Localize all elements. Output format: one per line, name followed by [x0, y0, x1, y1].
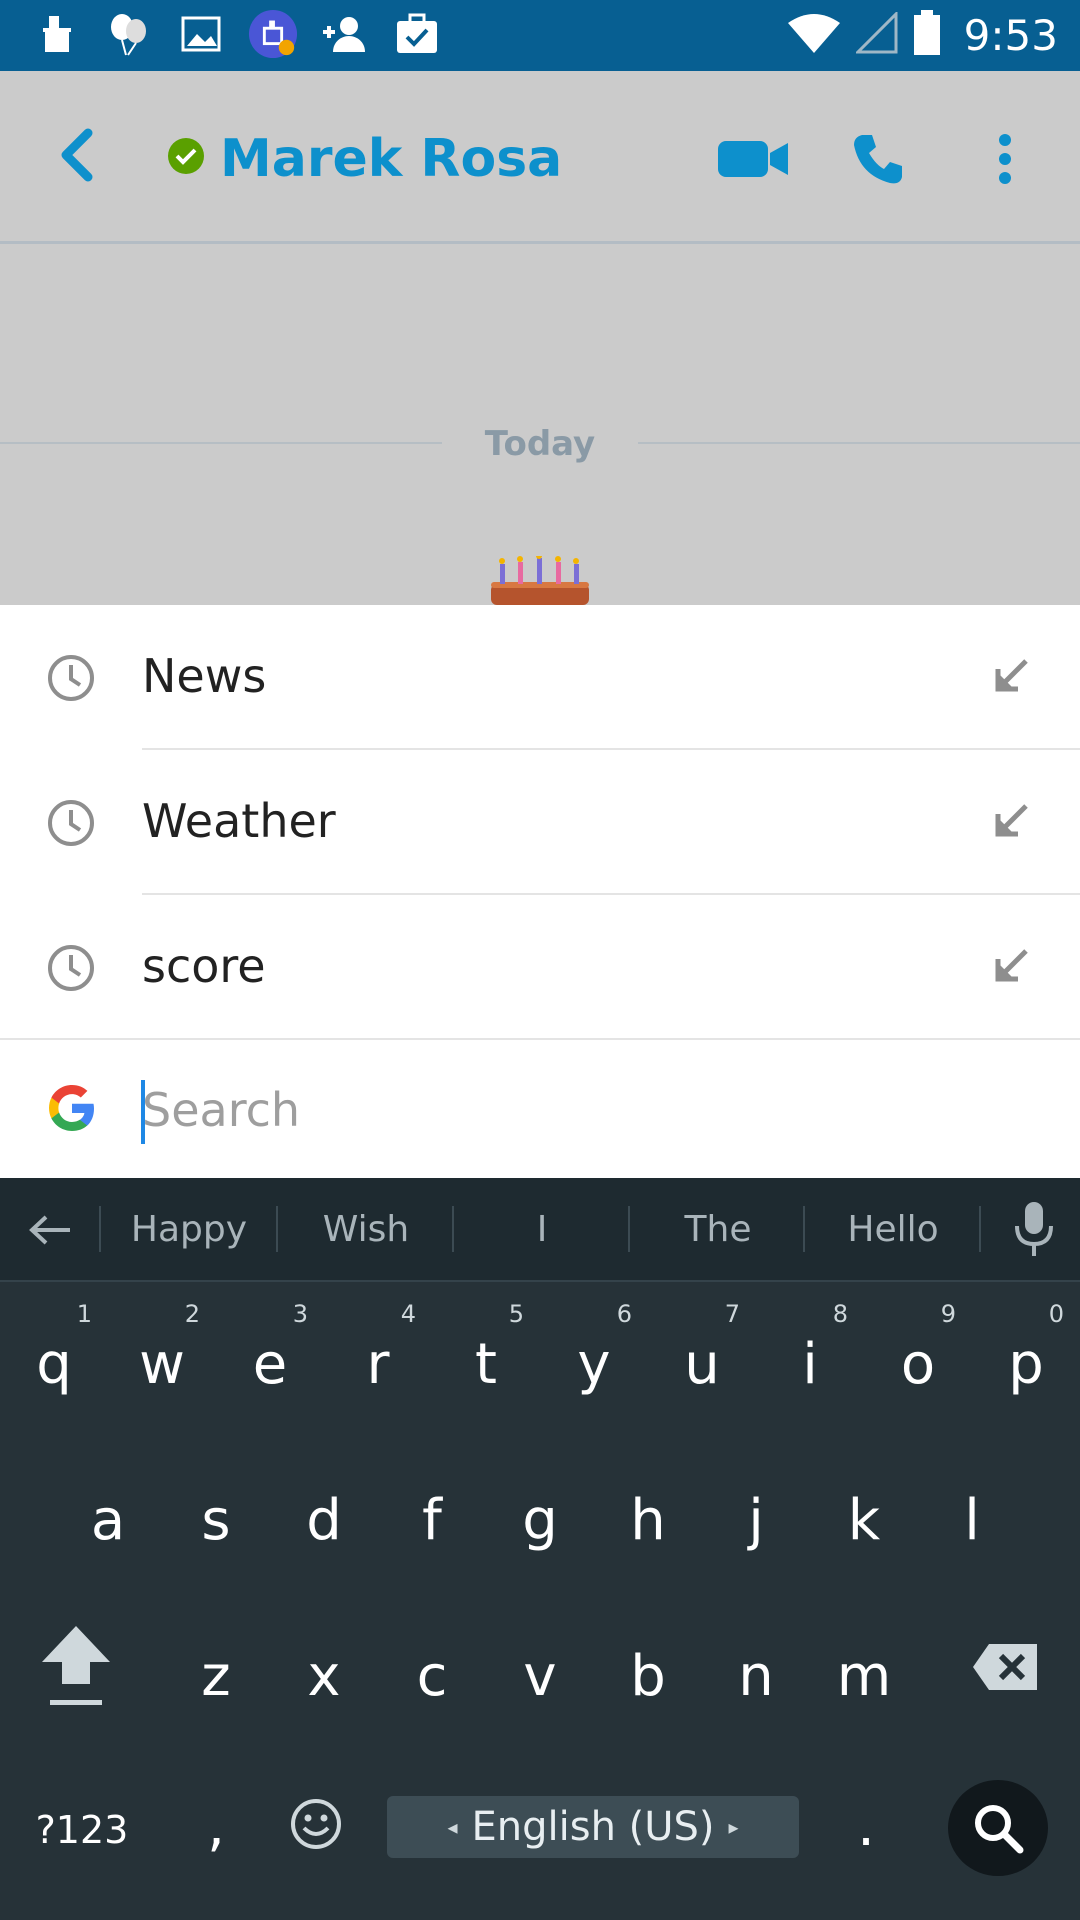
word-suggestion[interactable]: Hello [805, 1178, 981, 1280]
key-b[interactable]: b [594, 1592, 702, 1742]
add-contact-icon [320, 8, 370, 60]
back-button[interactable] [56, 127, 106, 187]
online-check-icon [168, 138, 204, 174]
search-input[interactable] [142, 1078, 1022, 1142]
symbols-key[interactable]: ?123 [20, 1748, 144, 1898]
key-m[interactable]: m [810, 1592, 918, 1742]
voice-input-button[interactable] [1012, 1200, 1062, 1260]
suggestion-item[interactable]: News [0, 605, 1080, 750]
key-e[interactable]: 3e [216, 1280, 324, 1430]
status-bar: 9:53 [0, 0, 1080, 71]
presence-indicator [167, 137, 205, 180]
key-a[interactable]: a [54, 1436, 162, 1586]
video-camera-icon [718, 141, 788, 177]
cleaner-icon [32, 8, 82, 60]
backspace-icon [973, 1644, 1037, 1690]
key-u[interactable]: 7u [648, 1280, 756, 1430]
suggestion-label: Weather [142, 794, 336, 848]
chat-header: Marek Rosa [0, 71, 1080, 244]
suggestion-label: score [142, 939, 266, 993]
microphone-icon [1015, 1202, 1053, 1256]
period-key[interactable]: . [812, 1748, 920, 1898]
key-s[interactable]: s [162, 1436, 270, 1586]
language-next-arrow-icon: ▸ [728, 1815, 739, 1839]
signal-icon [854, 10, 898, 59]
key-j[interactable]: j [702, 1436, 810, 1586]
key-y[interactable]: 6y [540, 1280, 648, 1430]
suggestion-item[interactable]: score [0, 895, 1080, 1040]
comma-key[interactable]: , [162, 1748, 270, 1898]
key-q[interactable]: 1q [0, 1280, 108, 1430]
key-z[interactable]: z [162, 1592, 270, 1742]
search-icon [975, 1805, 1024, 1854]
day-label: Today [484, 424, 596, 464]
key-w[interactable]: 2w [108, 1280, 216, 1430]
wifi-icon [786, 11, 842, 60]
word-suggestion[interactable]: I [454, 1178, 630, 1280]
key-x[interactable]: x [270, 1592, 378, 1742]
key-f[interactable]: f [378, 1436, 486, 1586]
chevron-left-icon [61, 128, 93, 182]
key-d[interactable]: d [270, 1436, 378, 1586]
shift-arrow-icon [42, 1626, 110, 1705]
insert-query-arrow-icon[interactable] [990, 802, 1030, 842]
history-clock-icon [48, 800, 94, 846]
insert-query-arrow-icon[interactable] [990, 657, 1030, 697]
key-o[interactable]: 9o [864, 1280, 972, 1430]
keyboard-suggestion-strip: Happy Wish I The Hello [0, 1178, 1080, 1282]
keyboard-back-button[interactable] [22, 1202, 78, 1258]
arrow-left-icon [29, 1215, 70, 1245]
more-options-button[interactable] [990, 129, 1020, 189]
history-clock-icon [48, 945, 94, 991]
key-k[interactable]: k [810, 1436, 918, 1586]
insert-query-arrow-icon[interactable] [990, 947, 1030, 987]
backspace-key[interactable] [950, 1592, 1062, 1742]
battery-icon [912, 10, 942, 61]
birthday-cake-icon [485, 553, 595, 605]
key-h[interactable]: h [594, 1436, 702, 1586]
more-vert-icon [999, 134, 1011, 184]
divider [979, 1206, 981, 1252]
video-call-button[interactable] [716, 129, 790, 189]
key-c[interactable]: c [378, 1592, 486, 1742]
image-icon [176, 8, 226, 60]
space-bar[interactable]: ◂ English (US) ▸ [387, 1796, 799, 1858]
contact-name[interactable]: Marek Rosa [220, 129, 562, 189]
shift-key[interactable] [20, 1592, 132, 1742]
word-suggestion[interactable]: Happy [101, 1178, 277, 1280]
google-g-icon [49, 1085, 94, 1131]
key-p[interactable]: 0p [972, 1280, 1080, 1430]
language-prev-arrow-icon: ◂ [447, 1815, 458, 1839]
key-l[interactable]: l [918, 1436, 1026, 1586]
key-v[interactable]: v [486, 1592, 594, 1742]
word-suggestion[interactable]: Wish [278, 1178, 454, 1280]
keyboard: Happy Wish I The Hello 1q 2w 3e 4r 5t 6y… [0, 1178, 1080, 1920]
task-icon [392, 8, 442, 60]
balloons-icon [104, 8, 154, 60]
key-r[interactable]: 4r [324, 1280, 432, 1430]
search-action-key[interactable] [948, 1780, 1048, 1876]
key-n[interactable]: n [702, 1592, 810, 1742]
suggestion-label: News [142, 649, 267, 703]
history-clock-icon [48, 655, 94, 701]
smiley-icon [291, 1799, 341, 1849]
chat-area: Today [0, 244, 1080, 605]
search-suggestions-panel: News Weather score [0, 605, 1080, 1178]
word-suggestion[interactable]: The [630, 1178, 806, 1280]
emoji-key[interactable] [262, 1748, 370, 1898]
voice-call-button[interactable] [850, 129, 906, 189]
suggestion-item[interactable]: Weather [0, 750, 1080, 895]
key-g[interactable]: g [486, 1436, 594, 1586]
clock: 9:53 [963, 11, 1058, 60]
key-i[interactable]: 8i [756, 1280, 864, 1430]
key-t[interactable]: 5t [432, 1280, 540, 1430]
app-notification-icon [248, 8, 298, 60]
search-bar [0, 1040, 1080, 1178]
phone-icon [854, 135, 902, 184]
space-bar-label: English (US) [471, 1804, 715, 1850]
